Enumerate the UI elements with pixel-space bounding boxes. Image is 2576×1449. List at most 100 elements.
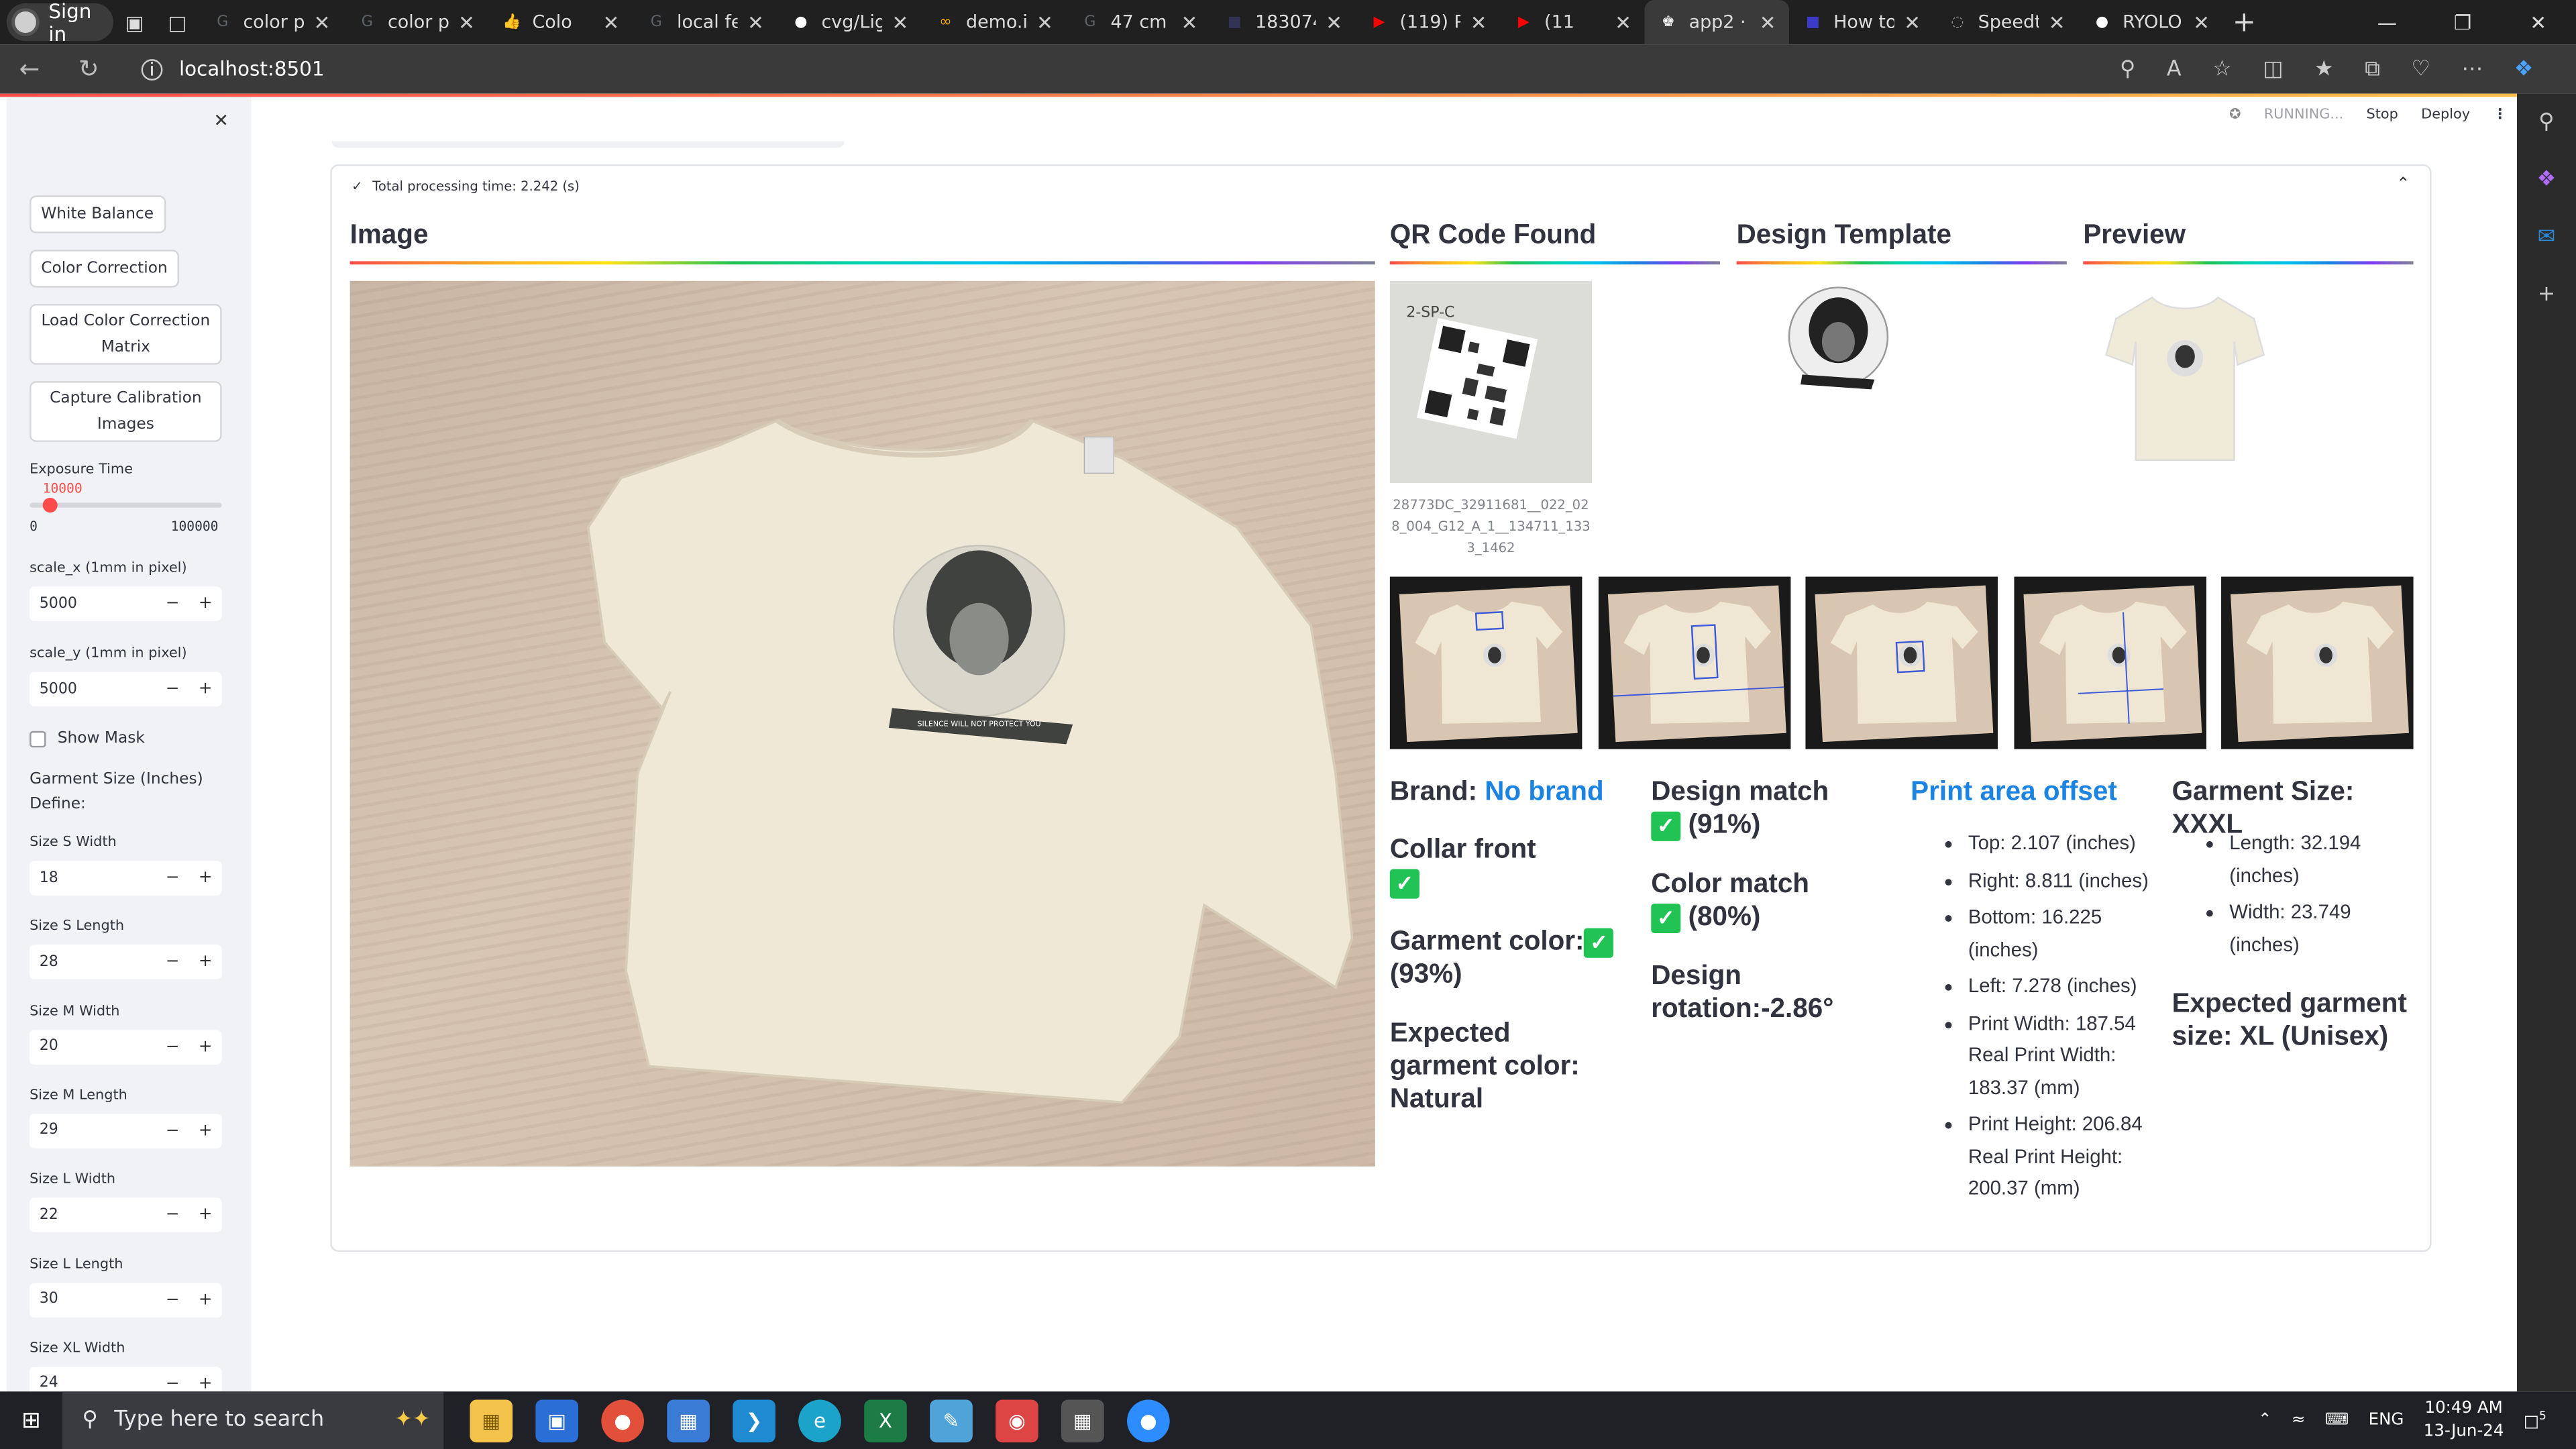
browser-tab[interactable]: ● RYOLO ✕ — [2078, 0, 2223, 44]
size-input[interactable]: 24 − + — [30, 1366, 222, 1392]
paint-icon[interactable]: ◉ — [996, 1399, 1038, 1442]
close-tab-icon[interactable]: ✕ — [603, 11, 620, 34]
browser-tab[interactable]: ▶ (11 ✕ — [1500, 0, 1645, 44]
slider-thumb[interactable] — [42, 498, 57, 513]
decrement-icon[interactable]: − — [156, 1291, 189, 1309]
browser-tab[interactable]: Gcolor pi ✕ — [343, 0, 488, 44]
browser-essentials-icon[interactable]: ♡ — [2411, 56, 2430, 81]
close-tab-icon[interactable]: ✕ — [314, 11, 331, 34]
file-explorer-icon[interactable]: ▦ — [470, 1399, 513, 1442]
increment-icon[interactable]: + — [189, 953, 222, 971]
size-input[interactable]: 20 − + — [30, 1029, 222, 1064]
close-tab-icon[interactable]: ✕ — [2193, 11, 2210, 34]
vscode-icon[interactable]: ❯ — [733, 1399, 775, 1442]
close-tab-icon[interactable]: ✕ — [1904, 11, 1921, 34]
show-hidden-icons[interactable]: ⌃ — [2258, 1411, 2272, 1430]
search-icon[interactable]: ⚲ — [2538, 110, 2554, 135]
split-screen-icon[interactable]: ◫ — [2263, 56, 2283, 81]
show-mask-checkbox[interactable]: Show Mask — [30, 729, 145, 747]
close-tab-icon[interactable]: ✕ — [1760, 11, 1776, 34]
white-balance-button[interactable]: White Balance — [30, 195, 166, 233]
copilot-sidebar-icon[interactable]: ❖ — [2537, 168, 2557, 193]
minimize-icon[interactable]: — — [2349, 11, 2425, 34]
decrement-icon[interactable]: − — [156, 953, 189, 971]
close-tab-icon[interactable]: ✕ — [1470, 11, 1487, 34]
read-aloud-icon[interactable]: A — [2167, 56, 2182, 81]
browser-tab[interactable]: ♚ app2 · S ✕ — [1644, 0, 1789, 45]
calculator-icon[interactable]: ▦ — [1061, 1399, 1104, 1442]
close-tab-icon[interactable]: ✕ — [1181, 11, 1198, 34]
favorites-icon[interactable]: ★ — [2314, 56, 2334, 81]
url-field[interactable]: i localhost:8501 — [125, 49, 341, 89]
close-tab-icon[interactable]: ✕ — [1326, 11, 1342, 34]
excel-icon[interactable]: X — [864, 1399, 907, 1442]
browser-tab[interactable]: ■ 1830743 ✕ — [1211, 0, 1356, 44]
browser-tab[interactable]: ■ How to ✕ — [1789, 0, 1934, 44]
copilot-icon[interactable]: ❖ — [2514, 56, 2534, 81]
decrement-icon[interactable]: − — [156, 869, 189, 888]
decrement-icon[interactable]: − — [156, 1206, 189, 1224]
favorite-star-icon[interactable]: ☆ — [2212, 56, 2232, 81]
deploy-button[interactable]: Deploy — [2421, 107, 2470, 123]
color-correction-button[interactable]: Color Correction — [30, 250, 179, 288]
zoom-app-icon[interactable]: ● — [1127, 1399, 1170, 1442]
taskbar-search[interactable]: ⚲ Type here to search ✦✦ — [62, 1391, 444, 1449]
zoom-icon[interactable]: ⚲ — [2120, 56, 2135, 81]
info-icon[interactable]: i — [141, 58, 163, 80]
collapse-chevron-icon[interactable]: ⌃ — [2396, 176, 2410, 194]
close-sidebar-icon[interactable]: ✕ — [213, 110, 229, 131]
close-tab-icon[interactable]: ✕ — [1036, 11, 1053, 34]
close-tab-icon[interactable]: ✕ — [747, 11, 764, 34]
main-menu-icon[interactable]: ⋮ — [2493, 107, 2507, 123]
new-tab-icon[interactable]: + — [2222, 6, 2265, 39]
decrement-icon[interactable]: − — [156, 1122, 189, 1140]
back-icon[interactable]: ← — [0, 54, 59, 84]
decrement-icon[interactable]: − — [156, 680, 189, 698]
decrement-icon[interactable]: − — [156, 1038, 189, 1056]
increment-icon[interactable]: + — [189, 1375, 222, 1391]
decrement-icon[interactable]: − — [156, 595, 189, 613]
clock[interactable]: 10:49 AM 13-Jun-24 — [2424, 1397, 2504, 1444]
increment-icon[interactable]: + — [189, 1291, 222, 1309]
keyboard-icon[interactable]: ⌨ — [2325, 1411, 2349, 1430]
scale-y-input[interactable]: 5000 − + — [30, 672, 222, 707]
restore-icon[interactable]: ❐ — [2425, 11, 2501, 34]
size-input[interactable]: 30 − + — [30, 1282, 222, 1317]
language-indicator[interactable]: ENG — [2369, 1411, 2404, 1430]
browser-tab[interactable]: G 47 cm in ✕ — [1066, 0, 1211, 44]
checkbox-box[interactable] — [30, 730, 46, 747]
close-tab-icon[interactable]: ✕ — [2049, 11, 2065, 34]
browser-tab[interactable]: 👍 Colo ✕ — [488, 0, 633, 44]
remote-desktop-icon[interactable]: ▦ — [667, 1399, 710, 1442]
close-tab-icon[interactable]: ✕ — [458, 11, 475, 34]
increment-icon[interactable]: + — [189, 869, 222, 888]
notification-icon[interactable]: □5 — [2524, 1409, 2546, 1432]
increment-icon[interactable]: + — [189, 1122, 222, 1140]
size-input[interactable]: 29 − + — [30, 1114, 222, 1148]
workspaces-icon[interactable]: ▣ — [113, 3, 156, 42]
size-input[interactable]: 22 − + — [30, 1197, 222, 1233]
browser-tab[interactable]: Glocal fe ✕ — [633, 0, 777, 44]
increment-icon[interactable]: + — [189, 1038, 222, 1056]
chrome-icon[interactable]: ● — [601, 1399, 645, 1442]
add-icon[interactable]: + — [2538, 282, 2556, 307]
capture-calibration-button[interactable]: Capture Calibration Images — [30, 381, 222, 442]
outlook-icon[interactable]: ✉ — [2538, 225, 2556, 250]
edge-icon[interactable]: e — [798, 1399, 841, 1442]
size-input[interactable]: 28 − + — [30, 945, 222, 980]
collections-icon[interactable]: ⧉ — [2365, 56, 2380, 81]
close-tab-icon[interactable]: ✕ — [892, 11, 909, 34]
signin-button[interactable]: Sign in — [6, 0, 113, 45]
notepad-icon[interactable]: ✎ — [930, 1399, 973, 1442]
refresh-icon[interactable]: ↻ — [59, 54, 118, 84]
wifi-icon[interactable]: ≈ — [2292, 1411, 2306, 1430]
windows-start-icon[interactable]: ⊞ — [0, 1407, 62, 1434]
increment-icon[interactable]: + — [189, 1206, 222, 1224]
browser-tab[interactable]: ∞ demo.ip ✕ — [922, 0, 1067, 44]
browser-tab[interactable]: Gcolor pi ✕ — [199, 0, 343, 44]
browser-tab[interactable]: ▶ (119) Pl ✕ — [1355, 0, 1500, 44]
stop-button[interactable]: Stop — [2367, 107, 2398, 123]
store-icon[interactable]: ▣ — [535, 1399, 579, 1442]
increment-icon[interactable]: + — [189, 680, 222, 698]
increment-icon[interactable]: + — [189, 595, 222, 613]
